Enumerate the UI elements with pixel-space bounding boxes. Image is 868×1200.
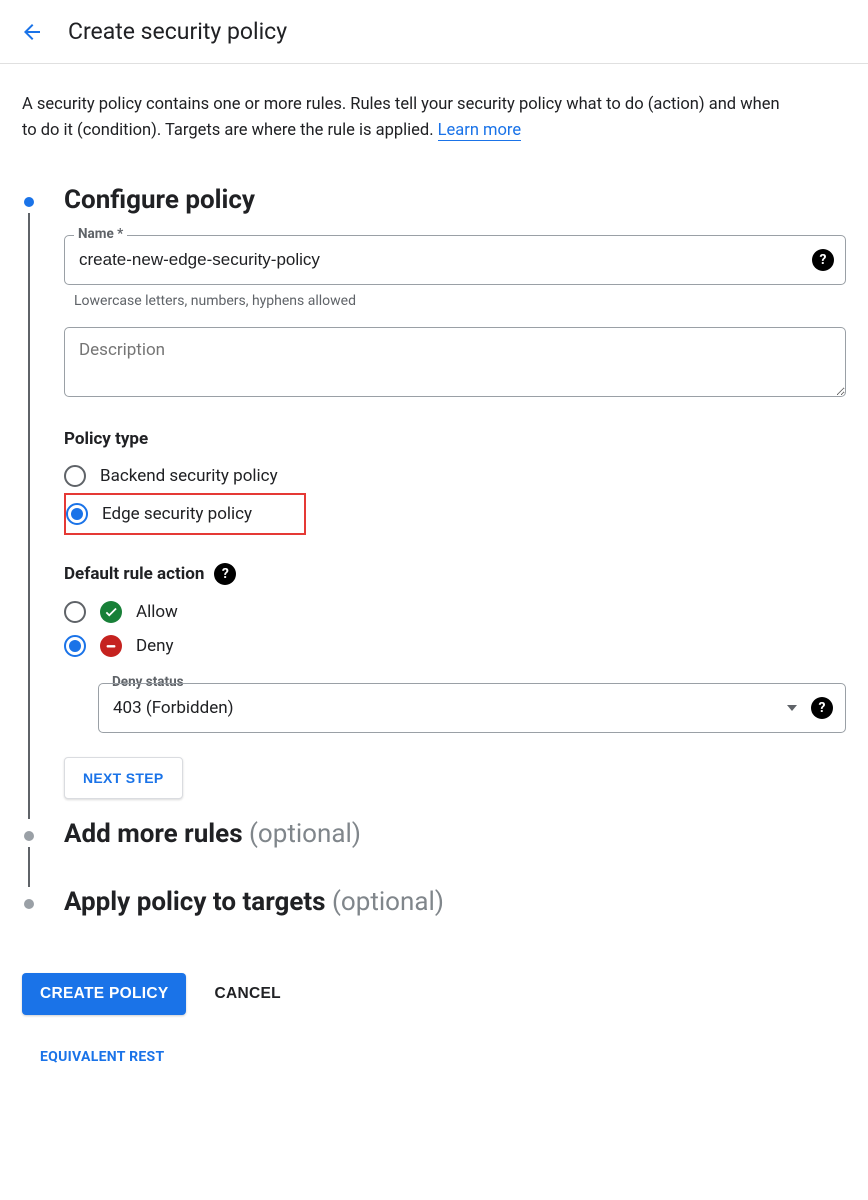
radio-icon — [64, 465, 86, 487]
minus-icon — [100, 635, 122, 657]
create-policy-button[interactable]: CREATE POLICY — [22, 973, 186, 1015]
default-action-allow[interactable]: Allow — [64, 595, 846, 629]
step-title-apply-targets[interactable]: Apply policy to targets (optional) — [64, 887, 846, 917]
policy-type-label: Policy type — [64, 429, 846, 449]
help-icon[interactable]: ? — [811, 697, 833, 719]
next-step-button[interactable]: NEXT STEP — [64, 757, 183, 799]
highlight-edge-option: Edge security policy — [64, 493, 306, 535]
default-action-label: Default rule action ? — [64, 563, 846, 585]
name-hint: Lowercase letters, numbers, hyphens allo… — [74, 293, 846, 309]
check-icon — [100, 601, 122, 623]
radio-icon — [64, 635, 86, 657]
help-icon[interactable]: ? — [214, 563, 236, 585]
equivalent-rest-link[interactable]: EQUIVALENT REST — [40, 1049, 164, 1065]
step-bullet-configure — [24, 197, 34, 207]
radio-icon — [66, 503, 88, 525]
step-bullet-add-rules — [24, 831, 34, 841]
cancel-button[interactable]: CANCEL — [214, 985, 280, 1003]
deny-status-dropdown[interactable]: 403 (Forbidden) ? — [98, 683, 846, 733]
name-input[interactable] — [64, 235, 846, 285]
radio-icon — [64, 601, 86, 623]
back-arrow-icon[interactable] — [20, 20, 44, 44]
step-title-configure: Configure policy — [64, 185, 846, 215]
step-bullet-apply-targets — [24, 899, 34, 909]
policy-type-backend[interactable]: Backend security policy — [64, 459, 846, 493]
name-label: Name * — [74, 226, 127, 242]
help-icon[interactable]: ? — [812, 249, 834, 271]
learn-more-link[interactable]: Learn more — [438, 121, 521, 141]
header: Create security policy — [0, 0, 868, 64]
policy-type-edge[interactable]: Edge security policy — [66, 497, 252, 531]
default-action-deny[interactable]: Deny — [64, 629, 846, 663]
intro-text: A security policy contains one or more r… — [22, 92, 782, 145]
page-title: Create security policy — [68, 18, 287, 45]
chevron-down-icon — [787, 705, 797, 711]
step-title-add-rules[interactable]: Add more rules (optional) — [64, 819, 846, 849]
description-input[interactable] — [64, 327, 846, 397]
